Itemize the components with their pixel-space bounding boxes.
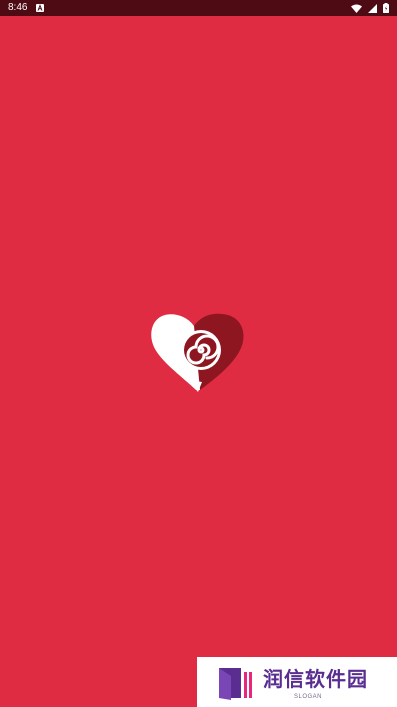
battery-icon [383, 3, 389, 13]
status-bar: 8:46 [0, 0, 397, 16]
heart-swirl-logo [151, 313, 244, 392]
notification-a-icon [36, 4, 44, 12]
watermark-badge: 润信软件园 SLOGAN [197, 657, 397, 707]
watermark-name: 润信软件园 [263, 667, 368, 691]
wifi-icon [351, 4, 362, 13]
status-time: 8:46 [8, 2, 28, 13]
status-icons [351, 3, 389, 13]
watermark-slogan: SLOGAN [293, 694, 322, 700]
signal-icon [368, 3, 377, 13]
